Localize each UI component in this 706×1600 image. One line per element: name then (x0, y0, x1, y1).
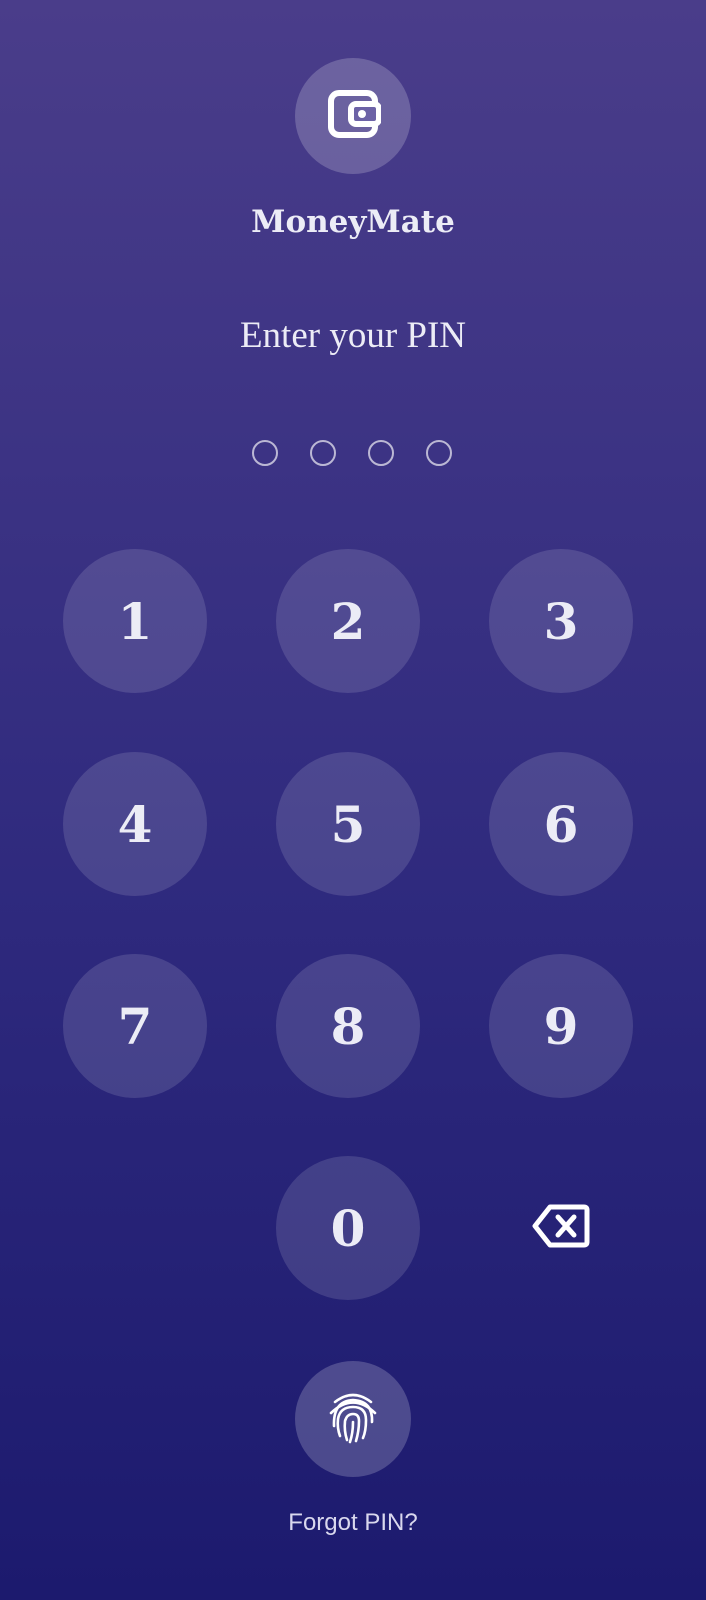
app-name: MoneyMate (251, 204, 455, 240)
backspace-button[interactable] (489, 1156, 633, 1300)
forgot-pin-link[interactable]: Forgot PIN? (0, 1509, 706, 1537)
key-9[interactable]: 9 (489, 954, 633, 1098)
key-2[interactable]: 2 (276, 549, 420, 693)
key-4[interactable]: 4 (63, 752, 207, 896)
pin-dot (368, 440, 394, 466)
fingerprint-icon (326, 1389, 380, 1450)
pin-dot (252, 440, 278, 466)
pin-indicator (0, 440, 706, 470)
pin-prompt: Enter your PIN (239, 315, 467, 356)
fingerprint-button[interactable] (295, 1361, 411, 1477)
key-5[interactable]: 5 (276, 752, 420, 896)
wallet-icon (325, 86, 382, 147)
backspace-icon (532, 1203, 590, 1254)
key-3[interactable]: 3 (489, 549, 633, 693)
key-7[interactable]: 7 (63, 954, 207, 1098)
pin-dot (426, 440, 452, 466)
pin-dot (310, 440, 336, 466)
key-6[interactable]: 6 (489, 752, 633, 896)
key-0[interactable]: 0 (276, 1156, 420, 1300)
key-8[interactable]: 8 (276, 954, 420, 1098)
key-1[interactable]: 1 (63, 549, 207, 693)
app-logo (295, 58, 411, 174)
